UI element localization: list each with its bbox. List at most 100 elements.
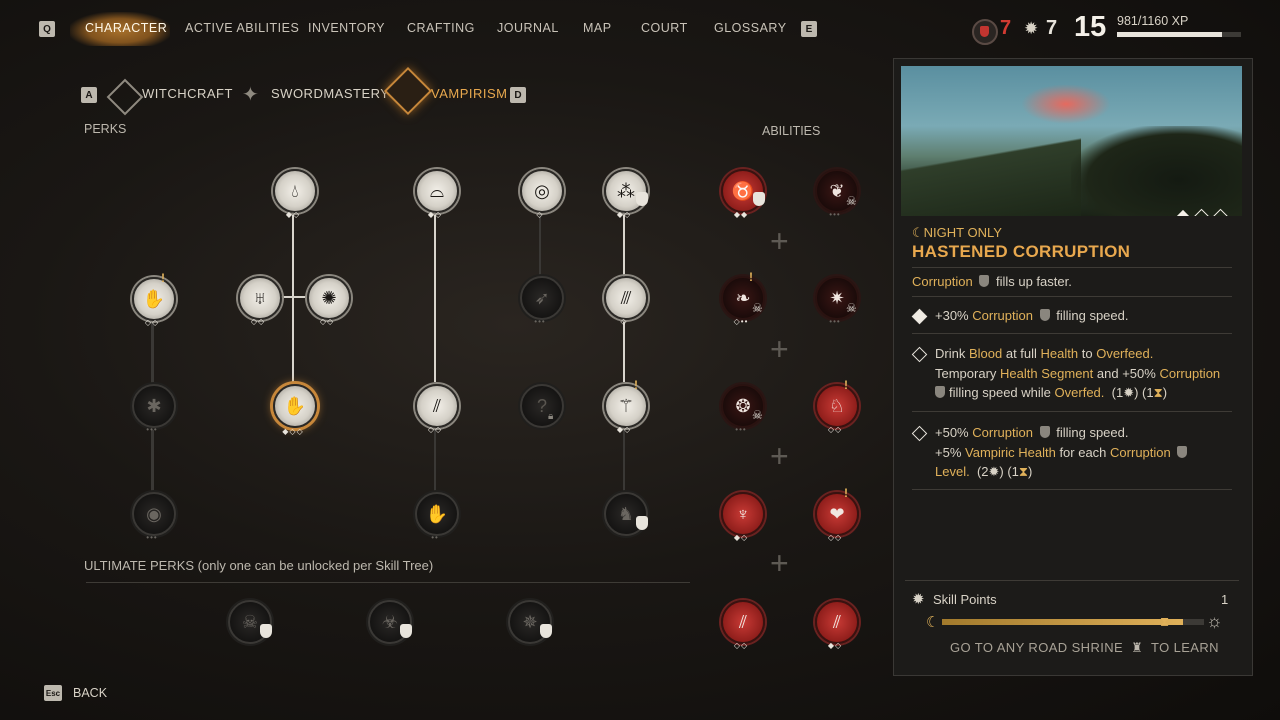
rank-diamond-filled [1175,209,1191,216]
hourglass-icon: ⧗ [1153,385,1163,400]
shrine-icon: ♜ [1131,640,1144,655]
summary-text: fills up faster. [995,274,1072,289]
perk-node[interactable]: ◉ [132,492,176,536]
ability-node[interactable]: ❤ [815,492,859,536]
tab-map[interactable]: MAP [583,21,612,35]
bat-swarm-icon: ❦ [829,181,845,201]
night-only-tag: ☾NIGHT ONLY [912,225,1002,241]
ability-rank-pips: ◆◇ [733,533,749,542]
nav-key-left[interactable]: Q [39,21,55,37]
perk-node[interactable]: ✱ [132,384,176,428]
blood-slash-icon: ⫽ [832,612,842,632]
perk-node[interactable]: ◎ [520,169,564,213]
skull-icon: ☠ [752,408,763,422]
vampirism-icon [383,66,433,116]
perk-rank-pips: ◆◇ [616,210,632,219]
gear-icon: ✹ [1024,19,1039,38]
perk-connector [151,318,154,384]
skull-icon: ☠ [846,194,857,208]
sun-burst-icon: ✺ [321,288,337,308]
question-icon: ? [536,396,547,416]
ability-node[interactable]: ♆ [721,492,765,536]
tree-key-right[interactable]: D [510,87,526,103]
tree-key-left[interactable]: A [81,87,97,103]
tree-tab-witchcraft[interactable]: WITCHCRAFT [142,86,233,101]
ability-separator: + [770,545,789,581]
perk-connector [434,426,436,492]
creature-silhouette [1071,126,1242,216]
perk-node[interactable]: ♅ [238,276,282,320]
perk-node[interactable]: ✋ [132,277,176,321]
tab-inventory[interactable]: INVENTORY [308,21,385,35]
perk-rank-pips: ••• [534,317,546,326]
tab-active-abilities[interactable]: ACTIVE ABILITIES [185,21,299,35]
perk-node-selected[interactable]: ✋ [273,384,317,428]
perk-connector [539,210,541,276]
perk-node[interactable]: ✋ [415,492,459,536]
tab-crafting[interactable]: CRAFTING [407,21,475,35]
paw-icon: ✱ [146,396,162,416]
ability-rank-pips: ◇◇ [733,641,749,650]
nav-key-right[interactable]: E [801,21,817,37]
perk-node[interactable]: 💧︎ [273,169,317,213]
shield-icon [400,624,412,638]
divider [905,580,1239,581]
rank-diamonds [1175,208,1229,216]
stat-a-value: 7 [1000,17,1012,39]
tab-glossary[interactable]: GLOSSARY [714,21,787,35]
perk-node[interactable]: ➶ [520,276,564,320]
perk-node[interactable]: ⚚ [604,384,648,428]
gear-icon: ✹ [988,464,1000,479]
divider [912,489,1232,490]
red-sun-icon [1021,84,1111,124]
ability-separator: + [770,223,789,259]
back-button[interactable]: BACK [73,686,107,700]
witchcraft-icon [106,78,144,116]
perk-rank-pips: ◇◇ [319,317,335,326]
perk-rank-pips: ◆◇ [427,210,443,219]
perk-node-locked[interactable]: ? [520,384,564,428]
perk-node[interactable]: ⫽ [415,384,459,428]
tree-tab-vampirism[interactable]: VAMPIRISM [431,86,508,101]
perk-preview-image [901,66,1242,216]
claw-slash-icon: ⫽ [738,612,748,632]
tab-character[interactable]: CHARACTER [85,21,167,35]
ability-node[interactable]: ♘ [815,384,859,428]
mountain-shape [901,136,1081,216]
divider [912,296,1232,297]
night-progress-fill [942,619,1184,625]
abilities-heading: ABILITIES [762,124,821,138]
warning-icon: ! [844,378,848,392]
perk-rank-pips: ◇◇ [144,318,160,327]
eye-icon: ◉ [146,504,162,524]
perk-node[interactable]: ✺ [307,276,351,320]
tab-court[interactable]: COURT [641,21,688,35]
back-key[interactable]: Esc [44,685,62,701]
ability-node[interactable]: ⫽ [721,600,765,644]
perk-rank-pips: ◇◇ [427,425,443,434]
tree-tab-swordmastery[interactable]: SWORDMASTERY [271,86,389,101]
moon-icon: ☾ [912,225,924,240]
skull-icon: ☠ [846,301,857,315]
perk-node[interactable]: ⌓ [415,169,459,213]
ability-node[interactable]: ♉ [721,169,765,213]
perk-node[interactable]: ⁂ [604,169,648,213]
ability-node[interactable]: ⫽ [815,600,859,644]
perk-rank-pips: ◆◇◇ [282,427,304,436]
fangs-icon: ♅ [253,288,267,308]
sun-icon: ☼ [1206,611,1223,631]
ability-rank-pips: ◆◆ [733,210,749,219]
warning-icon: ! [844,486,848,500]
tab-journal[interactable]: JOURNAL [497,21,559,35]
perk-node[interactable]: ⫻ [604,276,648,320]
summary-keyword: Corruption [912,274,973,289]
drip-hand-icon: ✋ [425,504,449,524]
shield-icon [1039,309,1050,321]
slash-icon: ⫽ [432,396,442,416]
skill-points-value: 1 [1221,592,1229,607]
divider [912,267,1232,268]
player-level: 15 [1074,11,1107,43]
xp-text: 981/1160 XP [1117,14,1189,28]
hourglass-icon: ⧗ [1018,464,1029,479]
blood-drop-icon: 💧︎ [291,181,299,201]
